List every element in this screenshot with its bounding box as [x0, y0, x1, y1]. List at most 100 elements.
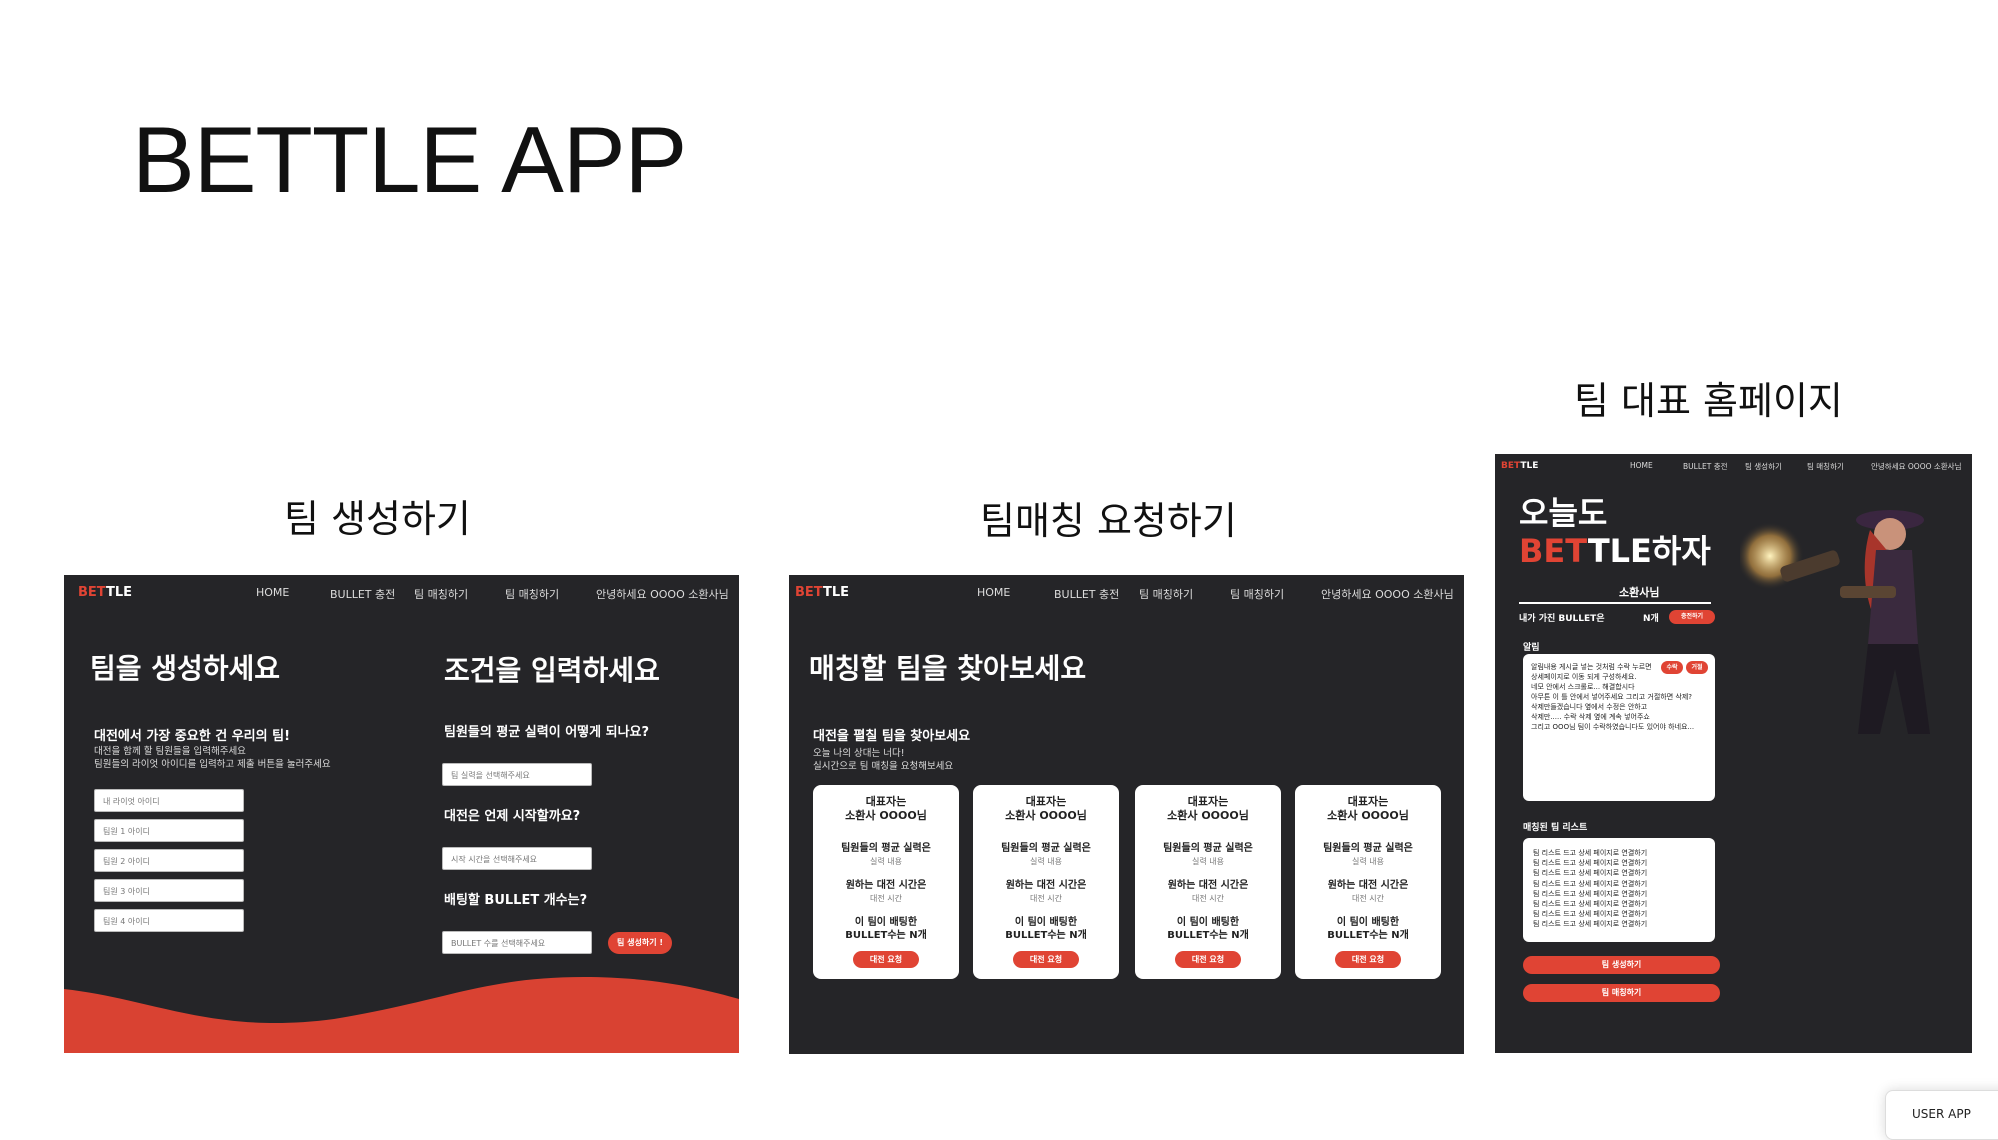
team-card: 대표자는 소환사 OOOO님 팀원들의 평균 실력은 실력 내용 원하는 대전 시…: [1135, 785, 1281, 979]
card-leader: 대표자는 소환사 OOOO님: [845, 795, 927, 822]
card-time-value: 대전 시간: [1030, 894, 1062, 903]
bullet-value: N개: [1643, 614, 1659, 624]
nav-bullet[interactable]: BULLET 충전: [1054, 586, 1119, 602]
card-time-label: 원하는 대전 시간은: [1167, 880, 1249, 891]
team-card: 대표자는 소환사 OOOO님 팀원들의 평균 실력은 실력 내용 원하는 대전 시…: [813, 785, 959, 979]
card-bullet-value: BULLET수는 N개: [1005, 930, 1087, 941]
nav-greeting[interactable]: 안녕하세요 OOOO 소환사님: [596, 586, 729, 602]
section-title-team-create: 팀 생성하기: [284, 497, 471, 541]
match-desc-1: 오늘 나의 상대는 너다!: [813, 748, 905, 759]
nav-greeting[interactable]: 안녕하세요 OOOO 소환사님: [1871, 461, 1961, 472]
nav-team-match[interactable]: 팀 매칭하기: [1230, 586, 1284, 602]
nav-home[interactable]: HOME: [1630, 461, 1653, 470]
team-card: 대표자는 소환사 OOOO님 팀원들의 평균 실력은 실력 내용 원하는 대전 시…: [973, 785, 1119, 979]
skill-select[interactable]: 팀 실력을 선택해주세요: [442, 763, 592, 786]
team-home-screenshot: BETTLE HOME BULLET 충전 팀 생성하기 팀 매칭하기 안녕하세…: [1495, 454, 1972, 1053]
card-time-value: 대전 시간: [1192, 894, 1224, 903]
member3-input[interactable]: 팀원 3 아이디: [94, 879, 244, 902]
navbar: BETTLE HOME BULLET 충전 팀 생성하기 팀 매칭하기 안녕하세…: [1495, 454, 1972, 488]
card-time-value: 대전 시간: [1352, 894, 1384, 903]
list-item[interactable]: 팀 리스트 드고 상세 페이지로 연결하기: [1533, 919, 1647, 929]
card-skill-label: 팀원들의 평균 실력은: [1323, 843, 1413, 854]
card-bullet-value: BULLET수는 N개: [1327, 930, 1409, 941]
member1-input[interactable]: 팀원 1 아이디: [94, 819, 244, 842]
card-leader: 대표자는 소환사 OOOO님: [1167, 795, 1249, 822]
card-time-label: 원하는 대전 시간은: [845, 880, 927, 891]
section-title-team-home: 팀 대표 홈페이지: [1574, 379, 1843, 423]
nav-home[interactable]: HOME: [256, 586, 289, 599]
member4-input[interactable]: 팀원 4 아이디: [94, 909, 244, 932]
navbar: BETTLE HOME BULLET 충전 팀 매칭하기 팀 매칭하기 안녕하세…: [789, 575, 1464, 609]
reject-button[interactable]: 거절: [1686, 661, 1708, 674]
create-subtitle: 대전에서 가장 중요한 건 우리의 팀!: [94, 729, 290, 744]
navbar: BETTLE HOME BULLET 충전 팀 매칭하기 팀 매칭하기 안녕하세…: [64, 575, 739, 609]
nav-bullet[interactable]: BULLET 충전: [330, 586, 395, 602]
list-item[interactable]: 팀 리스트 드고 상세 페이지로 연결하기: [1533, 909, 1647, 919]
user-name: 소환사님: [1619, 586, 1660, 599]
team-create-submit-button[interactable]: 팀 생성하기 !: [608, 932, 672, 954]
card-leader: 대표자는 소환사 OOOO님: [1327, 795, 1409, 822]
logo[interactable]: BETTLE: [795, 585, 849, 600]
team-card: 대표자는 소환사 OOOO님 팀원들의 평균 실력은 실력 내용 원하는 대전 시…: [1295, 785, 1441, 979]
member2-input[interactable]: 팀원 2 아이디: [94, 849, 244, 872]
charge-button[interactable]: 충전하기: [1669, 610, 1715, 624]
nav-bullet[interactable]: BULLET 충전: [1683, 461, 1728, 472]
create-desc-2: 팀원들의 라이엇 아이디를 입력하고 제출 버튼을 눌러주세요: [94, 759, 331, 770]
riot-id-input[interactable]: 내 라이엇 아이디: [94, 789, 244, 812]
card-skill-label: 팀원들의 평균 실력은: [1001, 843, 1091, 854]
match-title: 매칭할 팀을 찾아보세요: [809, 652, 1087, 685]
list-item[interactable]: 팀 리스트 드고 상세 페이지로 연결하기: [1533, 858, 1647, 868]
match-subtitle: 대전을 펼칠 팀을 찾아보세요: [813, 729, 971, 744]
card-skill-value: 실력 내용: [1352, 857, 1384, 866]
match-request-button[interactable]: 대전 요청: [1013, 951, 1079, 968]
team-list: 팀 리스트 드고 상세 페이지로 연결하기 팀 리스트 드고 상세 페이지로 연…: [1533, 848, 1647, 930]
card-leader: 대표자는 소환사 OOOO님: [1005, 795, 1087, 822]
card-time-label: 원하는 대전 시간은: [1005, 880, 1087, 891]
nav-team-match[interactable]: 팀 매칭하기: [505, 586, 559, 602]
match-request-button[interactable]: 대전 요청: [853, 951, 919, 968]
notice-label: 알림: [1523, 643, 1540, 653]
nav-home[interactable]: HOME: [977, 586, 1010, 599]
card-skill-value: 실력 내용: [1030, 857, 1062, 866]
card-skill-value: 실력 내용: [870, 857, 902, 866]
logo[interactable]: BETTLE: [78, 585, 132, 600]
accept-button[interactable]: 수락: [1661, 661, 1683, 674]
section-title-team-match: 팀매칭 요청하기: [980, 499, 1237, 543]
page-title: BETTLE APP: [132, 107, 687, 212]
card-time-label: 원하는 대전 시간은: [1327, 880, 1409, 891]
divider: [1519, 602, 1711, 604]
card-skill-label: 팀원들의 평균 실력은: [1163, 843, 1253, 854]
list-item[interactable]: 팀 리스트 드고 상세 페이지로 연결하기: [1533, 879, 1647, 889]
list-item[interactable]: 팀 리스트 드고 상세 페이지로 연결하기: [1533, 899, 1647, 909]
match-request-button[interactable]: 대전 요청: [1175, 951, 1241, 968]
card-bullet-value: BULLET수는 N개: [1167, 930, 1249, 941]
match-desc-2: 실시간으로 팀 매칭을 요청해보세요: [813, 761, 954, 772]
team-match-screenshot: BETTLE HOME BULLET 충전 팀 매칭하기 팀 매칭하기 안녕하세…: [789, 575, 1464, 1054]
list-item[interactable]: 팀 리스트 드고 상세 페이지로 연결하기: [1533, 848, 1647, 858]
bullet-select[interactable]: BULLET 수를 선택해주세요: [442, 931, 592, 954]
card-bullet-value: BULLET수는 N개: [845, 930, 927, 941]
bullet-label: 내가 가진 BULLET은: [1519, 614, 1605, 624]
team-list-box: 팀 리스트 드고 상세 페이지로 연결하기 팀 리스트 드고 상세 페이지로 연…: [1523, 838, 1715, 942]
list-item[interactable]: 팀 리스트 드고 상세 페이지로 연결하기: [1533, 868, 1647, 878]
nav-team-match[interactable]: 팀 매칭하기: [1807, 461, 1844, 472]
logo[interactable]: BETTLE: [1501, 461, 1538, 471]
nav-team-create[interactable]: 팀 생성하기: [1745, 461, 1782, 472]
time-select[interactable]: 시작 시간을 선택해주세요: [442, 847, 592, 870]
skill-question: 팀원들의 평균 실력이 어떻게 되나요?: [444, 725, 650, 740]
team-match-button[interactable]: 팀 매칭하기: [1523, 984, 1720, 1002]
red-wave-decoration: [64, 977, 739, 1053]
match-request-button[interactable]: 대전 요청: [1335, 951, 1401, 968]
nav-team-create[interactable]: 팀 매칭하기: [414, 586, 468, 602]
list-item[interactable]: 팀 리스트 드고 상세 페이지로 연결하기: [1533, 889, 1647, 899]
create-title: 팀을 생성하세요: [90, 652, 281, 685]
nav-team-create[interactable]: 팀 매칭하기: [1139, 586, 1193, 602]
create-desc-1: 대전을 함께 할 팀원들을 입력해주세요: [94, 746, 246, 757]
time-question: 대전은 언제 시작할까요?: [444, 809, 581, 824]
team-create-button[interactable]: 팀 생성하기: [1523, 956, 1720, 974]
card-time-value: 대전 시간: [870, 894, 902, 903]
nav-greeting[interactable]: 안녕하세요 OOOO 소환사님: [1321, 586, 1454, 602]
user-app-corner-label[interactable]: USER APP: [1885, 1090, 1998, 1140]
team-create-screenshot: BETTLE HOME BULLET 충전 팀 매칭하기 팀 매칭하기 안녕하세…: [64, 575, 739, 1053]
card-skill-value: 실력 내용: [1192, 857, 1224, 866]
